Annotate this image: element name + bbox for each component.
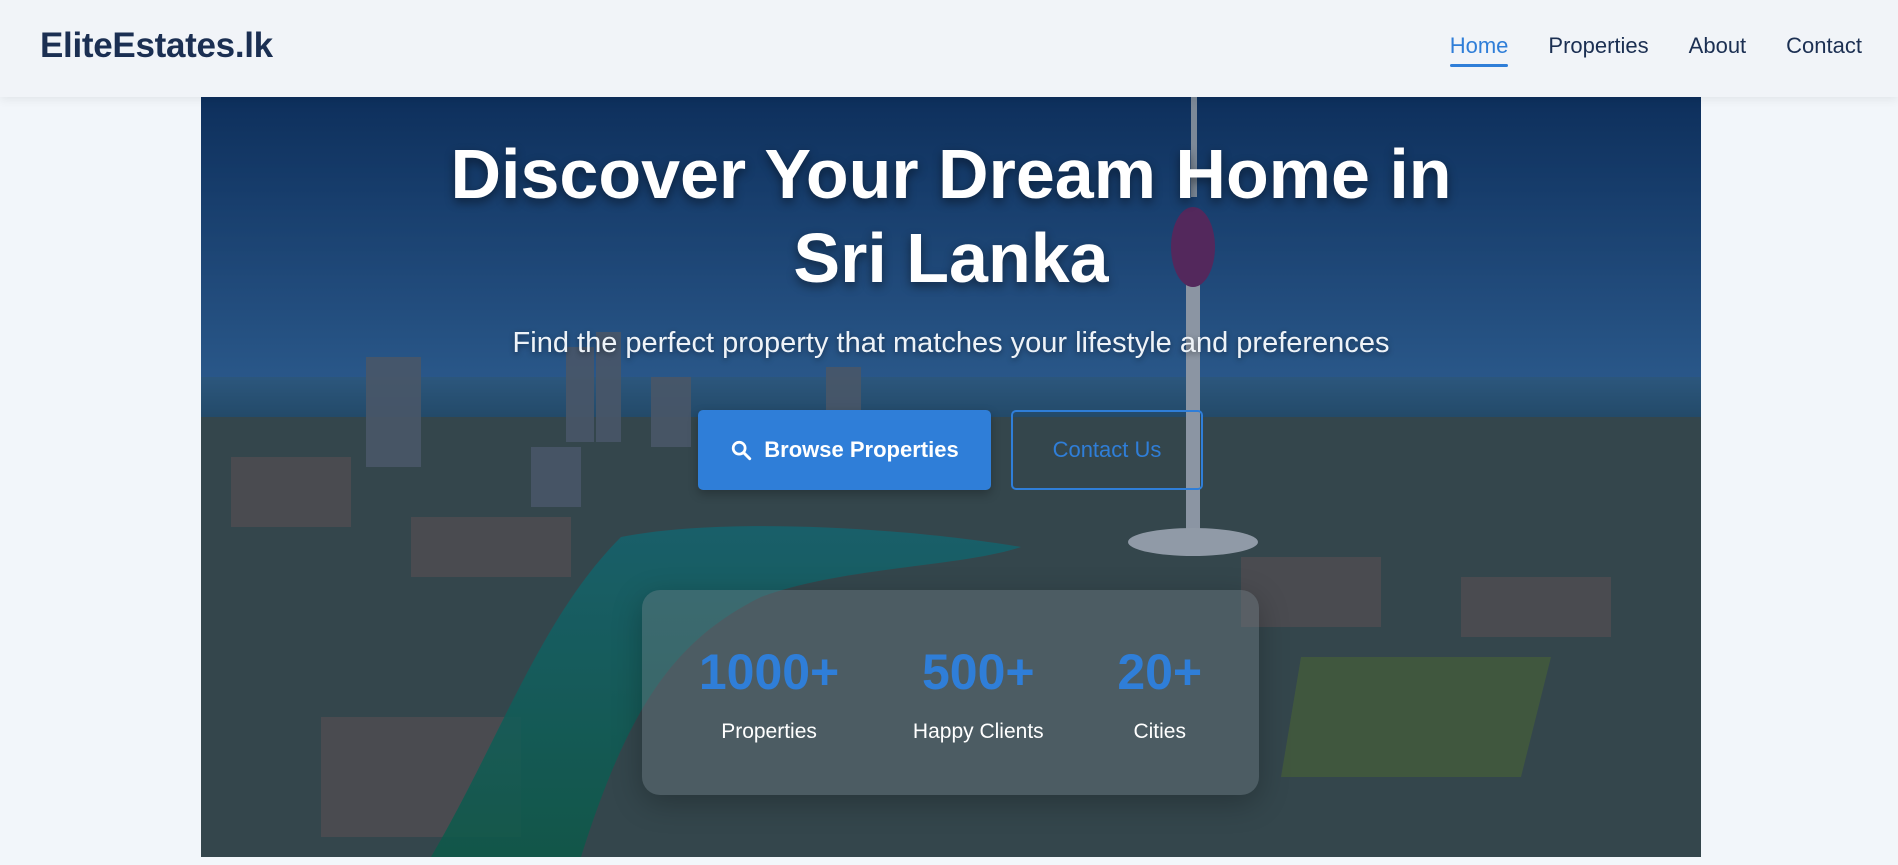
stat-value: 500+ xyxy=(921,643,1035,700)
hero-section: Discover Your Dream Home in Sri Lanka Fi… xyxy=(201,97,1701,857)
browse-properties-button[interactable]: Browse Properties xyxy=(698,410,991,490)
browse-properties-label: Browse Properties xyxy=(764,437,959,462)
hero-title-line-2: Sri Lanka xyxy=(793,219,1109,297)
nav-menu: Home Properties About Contact xyxy=(1449,33,1862,67)
nav-link-home[interactable]: Home xyxy=(1449,33,1508,67)
stat-label: Cities xyxy=(1133,719,1186,743)
stat-label: Happy Clients xyxy=(912,719,1044,743)
hero-title: Discover Your Dream Home in Sri Lanka xyxy=(201,132,1701,300)
navbar: EliteEstates.lk Home Properties About Co… xyxy=(0,0,1898,97)
stat-happy-clients: 500+ Happy Clients xyxy=(913,642,1044,744)
stats-panel: 1000+ Properties 500+ Happy Clients 20+ … xyxy=(642,590,1259,795)
site-logo[interactable]: EliteEstates.lk xyxy=(40,26,273,66)
nav-link-properties[interactable]: Properties xyxy=(1548,33,1648,67)
stat-cities: 20+ Cities xyxy=(1117,642,1202,744)
contact-us-label: Contact Us xyxy=(1052,437,1162,462)
stat-label: Properties xyxy=(721,719,817,743)
nav-link-contact[interactable]: Contact xyxy=(1786,33,1862,67)
nav-link-about[interactable]: About xyxy=(1689,33,1747,67)
stat-properties: 1000+ Properties xyxy=(699,642,839,744)
contact-us-button[interactable]: Contact Us xyxy=(1011,410,1203,490)
hero-title-line-1: Discover Your Dream Home in xyxy=(450,135,1452,213)
search-icon xyxy=(732,440,752,461)
stat-value: 20+ xyxy=(1117,643,1203,700)
hero-subtitle: Find the perfect property that matches y… xyxy=(512,327,1390,359)
stat-value: 1000+ xyxy=(698,643,840,700)
